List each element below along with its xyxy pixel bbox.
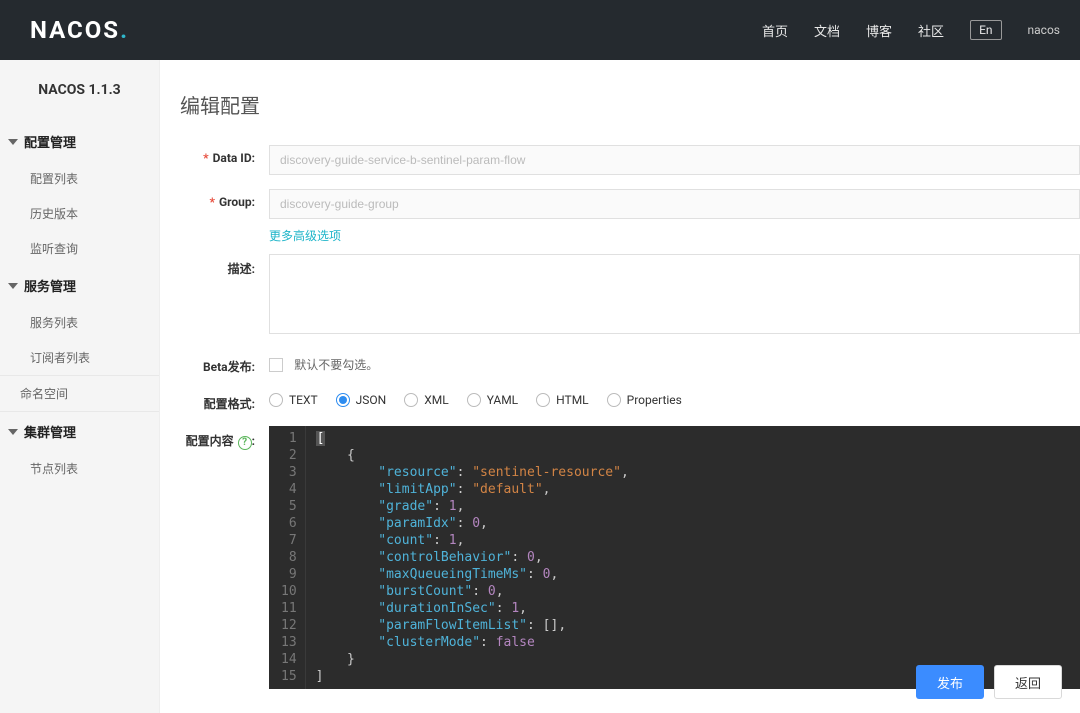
sidebar-item-history[interactable]: 历史版本 <box>0 196 159 231</box>
chevron-down-icon <box>8 429 18 435</box>
sidebar-group-cluster: 集群管理 节点列表 <box>0 412 159 486</box>
help-icon[interactable]: ? <box>238 436 252 450</box>
sidebar-item-namespace[interactable]: 命名空间 <box>0 375 159 412</box>
sidebar-item-nodes[interactable]: 节点列表 <box>0 451 159 486</box>
sidebar-group-service: 服务管理 服务列表 订阅者列表 <box>0 266 159 375</box>
sidebar-group-cluster-title[interactable]: 集群管理 <box>0 412 159 451</box>
radio-format-text[interactable]: TEXT <box>269 393 318 407</box>
sidebar-item-listener[interactable]: 监听查询 <box>0 231 159 266</box>
radio-format-json[interactable]: JSON <box>336 393 387 407</box>
sidebar-item-subscribers[interactable]: 订阅者列表 <box>0 340 159 375</box>
radio-icon <box>269 393 283 407</box>
input-group[interactable] <box>269 189 1080 219</box>
input-data-id[interactable] <box>269 145 1080 175</box>
radio-icon <box>467 393 481 407</box>
sidebar-group-config: 配置管理 配置列表 历史版本 监听查询 <box>0 122 159 266</box>
back-button[interactable]: 返回 <box>994 665 1062 699</box>
sidebar-version: NACOS 1.1.3 <box>0 82 159 122</box>
editor-code[interactable]: [ { "resource": "sentinel-resource", "li… <box>306 426 639 689</box>
radio-icon <box>336 393 350 407</box>
label-beta: Beta发布: <box>180 352 255 375</box>
sidebar-group-service-title[interactable]: 服务管理 <box>0 266 159 305</box>
main-content: 编辑配置 *Data ID: *Group: 更多高级选项 描述: Beta发布… <box>160 60 1080 713</box>
label-desc: 描述: <box>180 254 255 277</box>
input-desc[interactable] <box>269 254 1080 334</box>
logo-text: NACOS <box>30 16 120 44</box>
sidebar-item-config-list[interactable]: 配置列表 <box>0 161 159 196</box>
top-header: NACOS. 首页 文档 博客 社区 En nacos <box>0 0 1080 60</box>
radio-group-format: TEXT JSON XML YAML HTML Properties <box>269 389 1080 407</box>
logo: NACOS. <box>30 16 129 44</box>
advanced-options-link[interactable]: 更多高级选项 <box>269 229 341 243</box>
label-content: 配置内容?: <box>180 426 255 450</box>
user-label: nacos <box>1028 23 1060 37</box>
logo-dot: . <box>120 16 129 44</box>
label-group: *Group: <box>180 189 255 209</box>
checkbox-beta[interactable] <box>269 358 283 372</box>
radio-icon <box>404 393 418 407</box>
chevron-down-icon <box>8 139 18 145</box>
nav-home[interactable]: 首页 <box>762 21 788 40</box>
sidebar-group-config-title[interactable]: 配置管理 <box>0 122 159 161</box>
nav-blog[interactable]: 博客 <box>866 21 892 40</box>
beta-hint: 默认不要勾选。 <box>294 358 378 372</box>
radio-format-properties[interactable]: Properties <box>607 393 682 407</box>
radio-icon <box>536 393 550 407</box>
nav-docs[interactable]: 文档 <box>814 21 840 40</box>
top-nav: 首页 文档 博客 社区 En nacos <box>762 20 1060 40</box>
publish-button[interactable]: 发布 <box>916 665 984 699</box>
radio-format-yaml[interactable]: YAML <box>467 393 518 407</box>
radio-format-xml[interactable]: XML <box>404 393 448 407</box>
lang-toggle[interactable]: En <box>970 20 1001 40</box>
radio-format-html[interactable]: HTML <box>536 393 589 407</box>
sidebar-item-service-list[interactable]: 服务列表 <box>0 305 159 340</box>
radio-icon <box>607 393 621 407</box>
footer-actions: 发布 返回 <box>916 665 1062 699</box>
sidebar: NACOS 1.1.3 配置管理 配置列表 历史版本 监听查询 服务管理 服务列… <box>0 60 160 713</box>
label-data-id: *Data ID: <box>180 145 255 165</box>
chevron-down-icon <box>8 283 18 289</box>
editor-gutter: 123456789101112131415 <box>269 426 306 689</box>
code-editor[interactable]: 123456789101112131415 [ { "resource": "s… <box>269 426 1080 689</box>
label-format: 配置格式: <box>180 389 255 412</box>
nav-community[interactable]: 社区 <box>918 21 944 40</box>
page-title: 编辑配置 <box>180 90 1080 119</box>
